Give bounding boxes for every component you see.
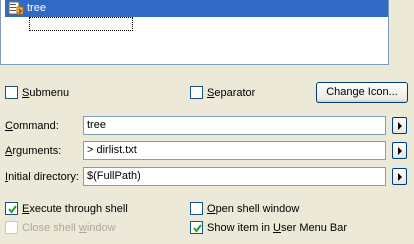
close-shell-window-label: Close shell window xyxy=(22,222,116,234)
separator-checkbox[interactable] xyxy=(190,86,203,99)
command-arrow-button[interactable] xyxy=(392,117,407,134)
open-shell-window-checkbox[interactable] xyxy=(190,202,203,215)
command-input[interactable]: tree xyxy=(83,116,386,135)
new-item-placeholder[interactable] xyxy=(29,17,133,31)
separator-label: Separator xyxy=(207,87,256,99)
show-in-user-menu-bar-checkbox[interactable] xyxy=(190,221,203,234)
arguments-arrow-button[interactable] xyxy=(392,142,407,159)
initial-directory-input[interactable]: $(FullPath) xyxy=(83,167,386,186)
submenu-label: Submenu xyxy=(22,87,70,99)
command-label: Command: xyxy=(5,120,59,132)
checkmark-icon xyxy=(193,224,202,233)
open-shell-window-label: Open shell window xyxy=(207,203,300,215)
list-item-selected[interactable]: tree xyxy=(5,0,388,17)
initial-directory-label: Initial directory: xyxy=(5,171,79,183)
change-icon-button[interactable]: Change Icon... xyxy=(316,82,408,103)
close-shell-window-checkbox xyxy=(5,221,18,234)
tree-command-icon xyxy=(8,1,24,16)
checkmark-icon xyxy=(8,205,17,214)
show-in-user-menu-bar-label: Show item in User Menu Bar xyxy=(207,222,348,234)
execute-through-shell-checkbox[interactable] xyxy=(5,202,18,215)
arguments-input[interactable]: > dirlist.txt xyxy=(83,141,386,160)
execute-through-shell-label: Execute through shell xyxy=(22,203,128,215)
submenu-checkbox[interactable] xyxy=(5,86,18,99)
arguments-label: Arguments: xyxy=(5,145,62,157)
list-item-label: tree xyxy=(27,2,46,14)
initial-directory-arrow-button[interactable] xyxy=(392,168,407,185)
